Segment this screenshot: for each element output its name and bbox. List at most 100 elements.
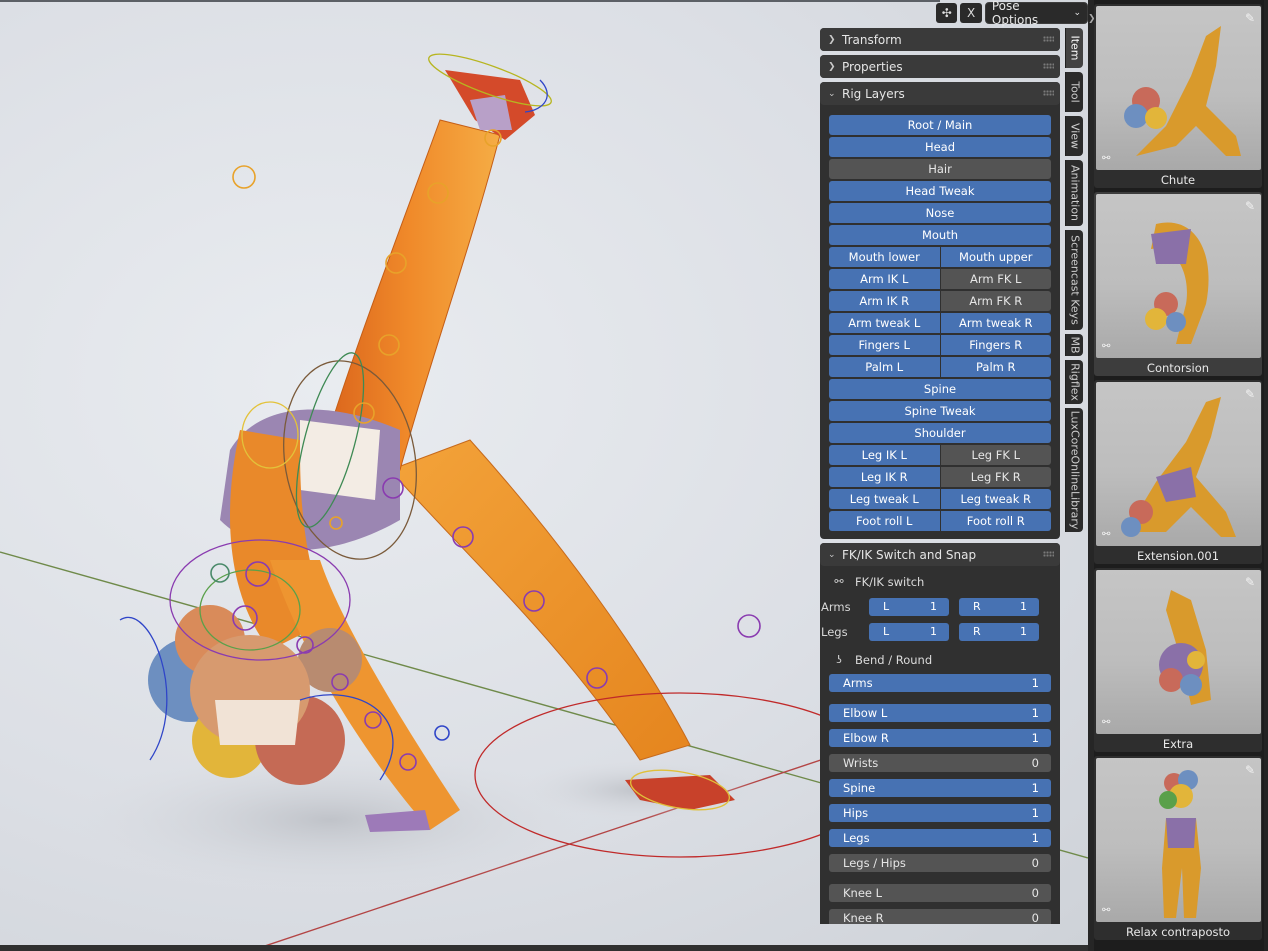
fkik-legs-r-field[interactable]: R 1 [959,622,1039,641]
tab-label: Rigflex [1068,363,1081,401]
bone-pose-icon[interactable]: ✣ [936,3,958,23]
rig-layers-panel-header[interactable]: ⌄ Rig Layers [820,82,1060,105]
drag-grip-icon[interactable] [1043,63,1054,69]
edit-icon[interactable]: ✎ [1245,199,1255,213]
pose-options-dropdown[interactable]: Pose Options ⌄ [984,0,1088,27]
fkik-arms-r-field[interactable]: R 1 [959,597,1039,616]
rig-layer-leg-tweak-l-button[interactable]: Leg tweak L [829,489,940,509]
rig-layer-head-button[interactable]: Head [829,137,1051,157]
tab-label: LuxCoreOnlineLibrary [1068,410,1081,530]
rig-layer-nose-button[interactable]: Nose [829,203,1051,223]
fkik-arms-l-side: L [883,600,890,613]
rig-layer-head-tweak-button[interactable]: Head Tweak [829,181,1051,201]
fkik-legs-l-field[interactable]: L 1 [869,622,949,641]
bend-knee-r-field[interactable]: Knee R 0 [829,909,1051,924]
tab-tool[interactable]: Tool [1065,72,1083,112]
fkik-arms-l-field[interactable]: L 1 [869,597,949,616]
bend-field-value: 1 [1031,706,1039,720]
tab-label: Animation [1068,164,1081,222]
bend-spine-field[interactable]: Spine 1 [829,779,1051,797]
rig-layer-spine-tweak-button[interactable]: Spine Tweak [829,401,1051,421]
rig-layer-palm-l-button[interactable]: Palm L [829,357,940,377]
blender-window: ✣ X Pose Options ⌄ ❯ Transform ❯ Propert… [0,0,1268,951]
drag-grip-icon[interactable] [1043,36,1054,42]
pose-asset-icon: ⚯ [1102,341,1111,352]
rig-layer-arm-ik-r-button[interactable]: Arm IK R [829,291,940,311]
tab-rigflex[interactable]: Rigflex [1065,360,1083,404]
tab-item[interactable]: Item [1065,28,1083,68]
rig-layer-root-main-button[interactable]: Root / Main [829,115,1051,135]
pose-asset-chute[interactable]: ✎ ⚯ Chute [1094,4,1262,188]
fkik-panel: ⌄ FK/IK Switch and Snap ⚯ FK/IK switch A… [820,543,1060,924]
chevron-down-icon: ⌄ [828,549,836,560]
library-scrollbar[interactable] [1264,0,1268,951]
rig-layer-leg-ik-r-button[interactable]: Leg IK R [829,467,940,487]
bend-legs-field[interactable]: Legs 1 [829,829,1051,847]
rig-layer-arm-tweak-l-button[interactable]: Arm tweak L [829,313,940,333]
transform-panel-header[interactable]: ❯ Transform [820,28,1060,51]
drag-grip-icon[interactable] [1043,90,1054,96]
rig-layer-shoulder-button[interactable]: Shoulder [829,423,1051,443]
3d-viewport[interactable]: ✣ X Pose Options ⌄ ❯ Transform ❯ Propert… [0,0,1088,951]
bend-legs-hips-field[interactable]: Legs / Hips 0 [829,854,1051,872]
rig-layer-row: Spine Tweak [829,401,1051,421]
viewport-bottom-bar [0,945,1088,951]
rig-layer-mouth-upper-button[interactable]: Mouth upper [940,247,1051,267]
pose-asset-extra[interactable]: ✎ ⚯ Extra [1094,568,1262,752]
pose-asset-contorsion[interactable]: ✎ ⚯ Contorsion [1094,192,1262,376]
pose-asset-extension-001[interactable]: ✎ ⚯ Extension.001 [1094,380,1262,564]
drag-grip-icon[interactable] [1043,551,1054,557]
sidebar-n-panel: ❯ Transform ❯ Properties ⌄ Rig Layers Ro… [820,28,1060,924]
bend-field-label: Wrists [843,756,879,770]
properties-panel-header[interactable]: ❯ Properties [820,55,1060,78]
tab-animation[interactable]: Animation [1065,160,1083,226]
fkik-legs-row: Legs L 1 R 1 [821,619,1051,644]
rig-layer-spine-button[interactable]: Spine [829,379,1051,399]
bend-hips-field[interactable]: Hips 1 [829,804,1051,822]
tab-mb[interactable]: MB [1065,334,1083,356]
edit-icon[interactable]: ✎ [1245,575,1255,589]
bend-elbow-r-field[interactable]: Elbow R 1 [829,729,1051,747]
bend-field-label: Legs [843,831,870,845]
bend-field-value: 1 [1031,781,1039,795]
edit-icon[interactable]: ✎ [1245,11,1255,25]
rig-layer-leg-fk-r-button[interactable]: Leg FK R [940,467,1051,487]
rig-layer-leg-ik-l-button[interactable]: Leg IK L [829,445,940,465]
bend-elbow-l-field[interactable]: Elbow L 1 [829,704,1051,722]
pose-asset-name: Extra [1162,737,1194,751]
fkik-legs-l-side: L [883,625,890,638]
edit-icon[interactable]: ✎ [1245,763,1255,777]
edit-icon[interactable]: ✎ [1245,387,1255,401]
rig-layer-fingers-r-button[interactable]: Fingers R [940,335,1051,355]
rig-layer-palm-r-button[interactable]: Palm R [940,357,1051,377]
rig-layer-fingers-l-button[interactable]: Fingers L [829,335,940,355]
pose-asset-relax-contraposto[interactable]: ✎ ⚯ Relax contraposto [1094,756,1262,940]
rig-layer-hair-button[interactable]: Hair [829,159,1051,179]
tab-screencast-keys[interactable]: Screencast Keys [1065,230,1083,330]
rig-layer-arm-ik-l-button[interactable]: Arm IK L [829,269,940,289]
rig-layer-arm-tweak-r-button[interactable]: Arm tweak R [940,313,1051,333]
tab-view[interactable]: View [1065,116,1083,156]
tab-luxcoreonlinelibrary[interactable]: LuxCoreOnlineLibrary [1065,408,1083,532]
rig-layer-row: Palm L Palm R [829,357,1051,377]
bend-field-label: Legs / Hips [843,856,906,870]
bend-field-label: Elbow R [843,731,889,745]
rig-layer-foot-roll-l-button[interactable]: Foot roll L [829,511,940,531]
pose-options-label: Pose Options [991,0,1039,27]
fkik-panel-header[interactable]: ⌄ FK/IK Switch and Snap [820,543,1060,566]
fkik-arms-r-side: R [973,600,981,613]
rig-layer-leg-tweak-r-button[interactable]: Leg tweak R [940,489,1051,509]
bend-arms-field[interactable]: Arms 1 [829,674,1051,692]
rig-layer-mouth-button[interactable]: Mouth [829,225,1051,245]
bend-wrists-field[interactable]: Wrists 0 [829,754,1051,772]
x-mirror-toggle[interactable]: X [960,3,982,23]
rig-layer-foot-roll-r-button[interactable]: Foot roll R [940,511,1051,531]
rig-layer-leg-fk-l-button[interactable]: Leg FK L [940,445,1051,465]
transform-panel: ❯ Transform [820,28,1060,51]
rig-layer-arm-fk-l-button[interactable]: Arm FK L [940,269,1051,289]
pose-asset-name: Relax contraposto [1125,925,1231,939]
bend-knee-l-field[interactable]: Knee L 0 [829,884,1051,902]
rig-layer-mouth-lower-button[interactable]: Mouth lower [829,247,940,267]
rig-layer-row: Root / Main [829,115,1051,135]
rig-layer-arm-fk-r-button[interactable]: Arm FK R [940,291,1051,311]
